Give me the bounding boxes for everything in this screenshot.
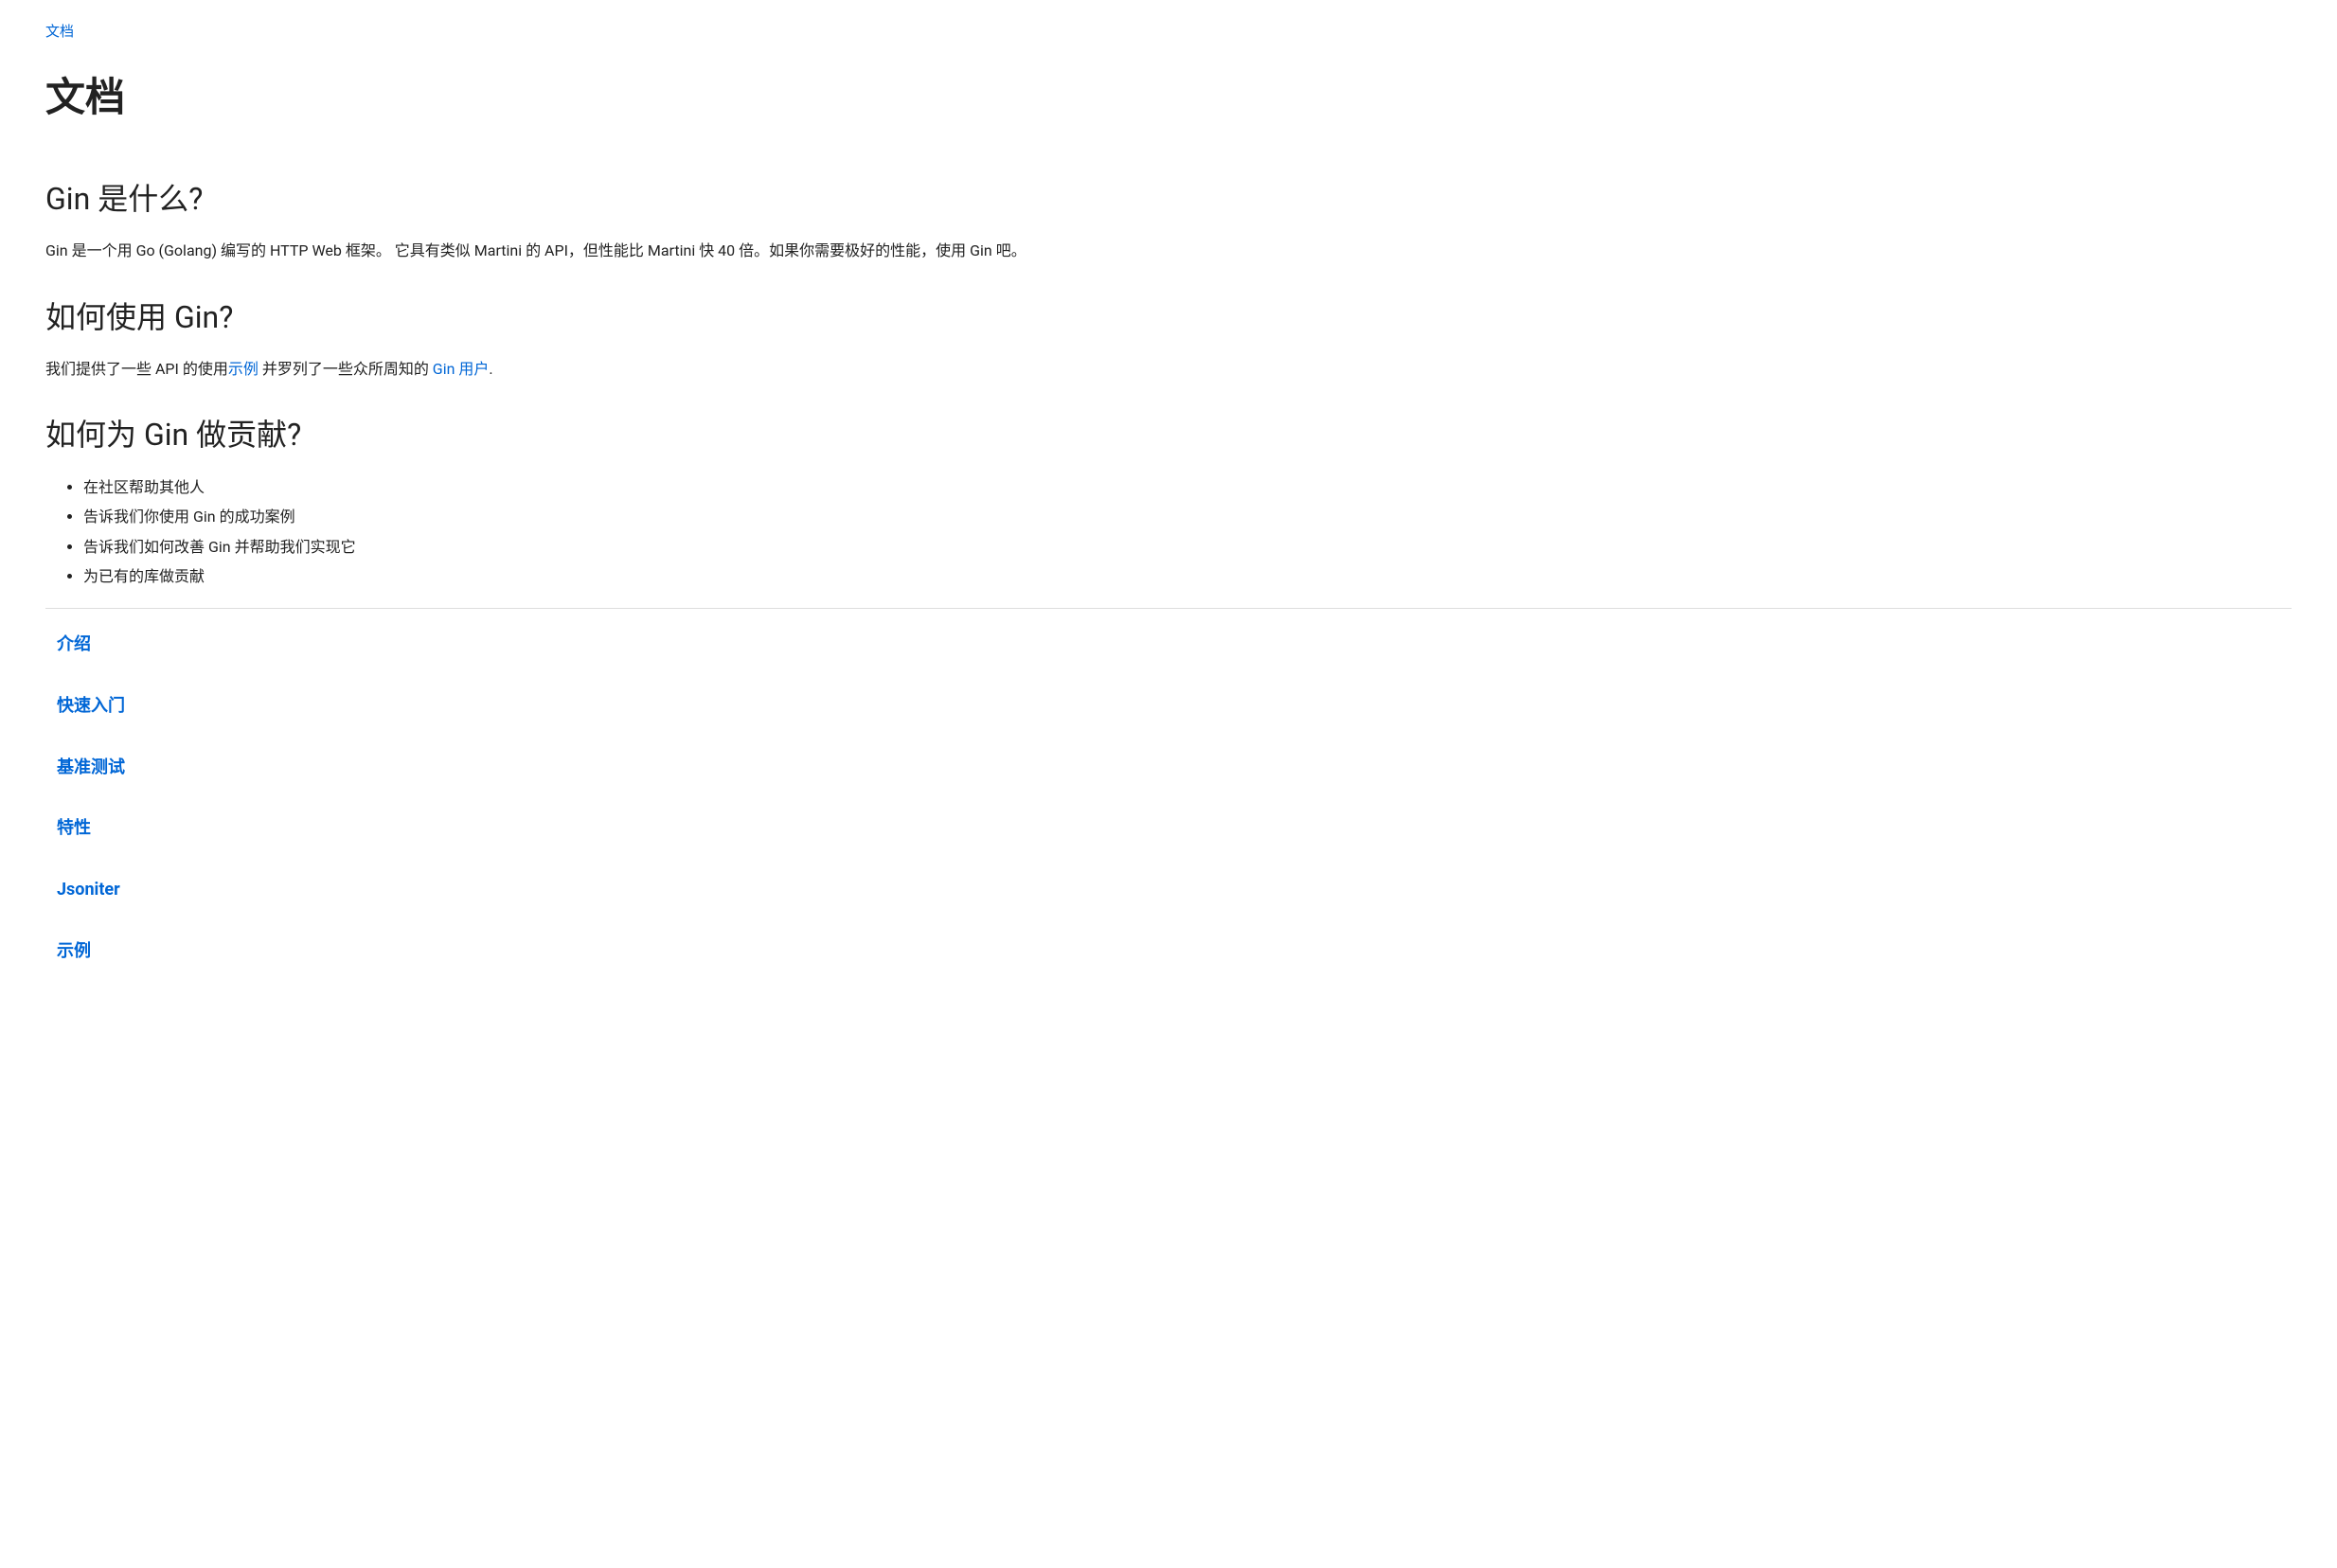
toc-link-jsoniter[interactable]: Jsoniter xyxy=(57,877,2292,904)
how-to-use-text-prefix: 我们提供了一些 API 的使用 xyxy=(45,360,228,378)
toc-link-benchmark[interactable]: 基准测试 xyxy=(57,755,2292,782)
section-body-what-is-gin: Gin 是一个用 Go (Golang) 编写的 HTTP Web 框架。 它具… xyxy=(45,239,2292,263)
section-heading-how-to-contribute: 如何为 Gin 做贡献? xyxy=(45,411,2292,459)
toc-link-quickstart[interactable]: 快速入门 xyxy=(57,693,2292,721)
how-to-use-text-mid: 并罗列了一些众所周知的 xyxy=(259,360,433,378)
page-title: 文档 xyxy=(45,66,2292,130)
list-item: 在社区帮助其他人 xyxy=(83,475,2292,500)
list-item: 为已有的库做贡献 xyxy=(83,564,2292,589)
section-divider xyxy=(45,608,2292,609)
section-heading-what-is-gin: Gin 是什么? xyxy=(45,175,2292,223)
breadcrumb: 文档 xyxy=(45,19,2292,44)
section-heading-how-to-use: 如何使用 Gin? xyxy=(45,294,2292,342)
examples-link[interactable]: 示例 xyxy=(228,360,259,378)
toc-link-examples[interactable]: 示例 xyxy=(57,938,2292,966)
list-item: 告诉我们你使用 Gin 的成功案例 xyxy=(83,505,2292,529)
how-to-use-text-suffix: . xyxy=(489,360,492,378)
toc-link-intro[interactable]: 介绍 xyxy=(57,632,2292,659)
section-body-how-to-use: 我们提供了一些 API 的使用示例 并罗列了一些众所周知的 Gin 用户. xyxy=(45,357,2292,382)
toc-links: 介绍 快速入门 基准测试 特性 Jsoniter 示例 xyxy=(45,632,2292,966)
gin-users-link[interactable]: Gin 用户 xyxy=(433,360,490,378)
toc-link-features[interactable]: 特性 xyxy=(57,815,2292,843)
breadcrumb-docs-link[interactable]: 文档 xyxy=(45,23,74,40)
contribute-list: 在社区帮助其他人 告诉我们你使用 Gin 的成功案例 告诉我们如何改善 Gin … xyxy=(45,475,2292,589)
list-item: 告诉我们如何改善 Gin 并帮助我们实现它 xyxy=(83,535,2292,560)
